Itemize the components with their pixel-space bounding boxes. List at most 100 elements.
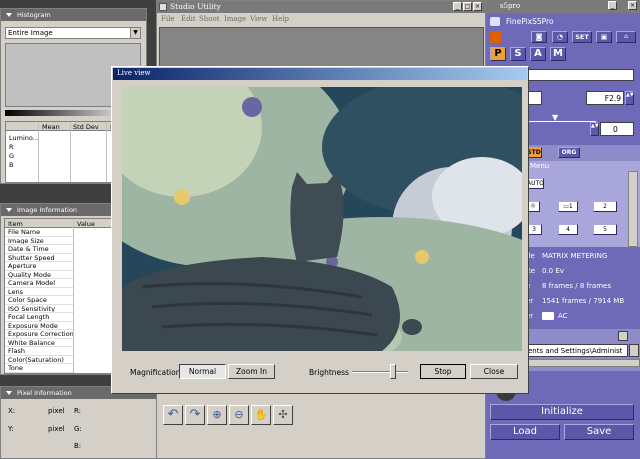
status-value: 0.0 Ev (542, 267, 564, 275)
save-path-field[interactable]: ents and Settings\Administ (526, 344, 628, 357)
table-row: Exposure Mode (5, 322, 73, 330)
slot-button[interactable]: 5 (593, 224, 617, 235)
ev-field[interactable]: 0 (600, 122, 634, 136)
save-path-text: ents and Settings\Administ (528, 347, 623, 355)
close-button[interactable]: Close (470, 364, 518, 379)
image-info-rows: File Name Image Size Date & Time Shutter… (5, 228, 73, 373)
fit-window-icon[interactable]: ✣ (273, 405, 293, 425)
studio-title-bar[interactable]: Studio Utility _ □ × (157, 1, 485, 13)
column-header: Mean (42, 123, 60, 131)
org-button[interactable]: ORG (558, 147, 580, 158)
close-button[interactable]: × (473, 2, 482, 11)
menu-shoot[interactable]: Shoot (199, 15, 220, 23)
initialize-button[interactable]: Initialize (490, 404, 634, 420)
maximize-button[interactable]: □ (463, 2, 472, 11)
battery-icon[interactable]: ▭1 (558, 201, 578, 212)
load-button[interactable]: Load (490, 424, 560, 440)
histogram-title: Histogram (17, 11, 51, 19)
table-row: R (9, 143, 14, 151)
menu-file[interactable]: File (161, 15, 174, 23)
ev-scale-line (526, 121, 596, 122)
column-header-item: Item (8, 220, 23, 228)
aperture-stepper[interactable]: ▲▼ (625, 91, 634, 105)
hand-pan-icon[interactable]: ✋ (251, 405, 271, 425)
shutter-dropdown[interactable] (526, 69, 634, 81)
histogram-select-value: Entire Image (8, 29, 53, 37)
save-icon[interactable] (618, 331, 628, 341)
live-view-title-bar[interactable]: Live view (113, 68, 527, 80)
mode-p-button[interactable]: P (490, 47, 506, 61)
column-divider (73, 219, 74, 373)
collapse-icon[interactable] (6, 208, 12, 212)
pixel-y-label: Y: (8, 425, 14, 433)
zoom-in-button[interactable]: Zoom In (228, 364, 275, 379)
record-icon[interactable] (490, 31, 502, 43)
ev-value: 0 (613, 125, 618, 134)
brightness-slider-track (352, 371, 408, 373)
table-row: Camera Model (5, 279, 73, 288)
pixel-g-label: G: (74, 425, 82, 433)
menu-help[interactable]: Help (272, 15, 289, 23)
column-divider (70, 122, 71, 182)
rotate-right-icon[interactable]: ↷ (185, 405, 205, 425)
ev-scale[interactable]: ▼ (526, 113, 596, 131)
camera-logo-icon (490, 17, 500, 26)
mode-a-button[interactable]: A (530, 47, 546, 61)
aperture-value: F2.9 (604, 94, 621, 103)
pixel-y-unit: pixel (48, 425, 65, 433)
histogram-title-bar[interactable]: Histogram (1, 9, 146, 21)
column-header: Std Dev (73, 123, 99, 131)
image-info-table: Item Value File Name Image Size Date & T… (4, 218, 112, 374)
table-row: Shutter Speed (5, 254, 73, 262)
brightness-slider[interactable] (352, 364, 408, 380)
menu-scrollbar[interactable] (628, 171, 638, 247)
camera-title-bar[interactable]: s5pro _ × (486, 0, 640, 13)
slot-button[interactable]: 2 (593, 201, 617, 212)
brightness-slider-thumb[interactable] (389, 364, 396, 379)
camera-icon[interactable]: ◙ (531, 31, 547, 43)
collapse-icon[interactable] (6, 391, 12, 395)
mode-s-button[interactable]: S (510, 47, 526, 61)
histogram-select[interactable]: Entire Image ▼ (5, 27, 141, 39)
camera-icon-2[interactable]: ▣ (596, 31, 612, 43)
quality-icon[interactable]: ⌂ (616, 31, 636, 43)
menu-view[interactable]: View (250, 15, 267, 23)
column-divider (38, 122, 39, 182)
collapse-icon[interactable] (6, 13, 12, 17)
image-info-title-bar[interactable]: Image Information (1, 204, 112, 216)
ev-stepper[interactable]: ▲▼ (590, 122, 599, 136)
browse-button[interactable] (629, 344, 639, 357)
magnification-label: Magnification (130, 368, 181, 377)
zoom-in-icon[interactable]: ⊕ (207, 405, 227, 425)
table-row: Lumino... (9, 134, 39, 142)
plug-icon (542, 312, 554, 320)
zoom-out-icon[interactable]: ⊖ (229, 405, 249, 425)
table-row: Color Space (5, 296, 73, 305)
rotate-left-icon[interactable]: ↶ (163, 405, 183, 425)
normal-button[interactable]: Normal (179, 364, 226, 379)
camera-header: FinePixS5Pro ◙ ◔ SET ▣ ⌂ P S A M (486, 13, 640, 65)
table-row: Tone (5, 364, 73, 373)
stop-button[interactable]: Stop (420, 364, 466, 379)
status-value: MATRIX METERING (542, 252, 608, 260)
ev-pointer-icon[interactable]: ▼ (552, 113, 558, 122)
set-button[interactable]: SET (572, 31, 592, 43)
minimize-button[interactable]: _ (453, 2, 462, 11)
save-button[interactable]: Save (564, 424, 634, 440)
minimize-button[interactable]: _ (608, 1, 617, 10)
menu-image[interactable]: Image (224, 15, 246, 23)
chevron-down-icon[interactable]: ▼ (130, 28, 140, 38)
status-value: 8 frames / 8 frames (542, 282, 611, 290)
mode-m-button[interactable]: M (550, 47, 566, 61)
table-row: B (9, 161, 14, 169)
menu-edit[interactable]: Edit (181, 15, 196, 23)
path-scrollbar[interactable] (526, 359, 640, 367)
table-row: White Balance (5, 339, 73, 347)
aperture-field[interactable]: F2.9 (586, 91, 624, 105)
camera-window-title: s5pro (500, 2, 521, 10)
slot-button[interactable]: 4 (558, 224, 578, 235)
live-view-dialog: Live view Magnification Normal Zoom In B… (111, 66, 529, 394)
timer-icon[interactable]: ◔ (552, 31, 568, 43)
pixel-info-panel: Pixel Information X: pixel R: Y: pixel G… (0, 386, 158, 459)
close-button[interactable]: × (628, 1, 637, 10)
